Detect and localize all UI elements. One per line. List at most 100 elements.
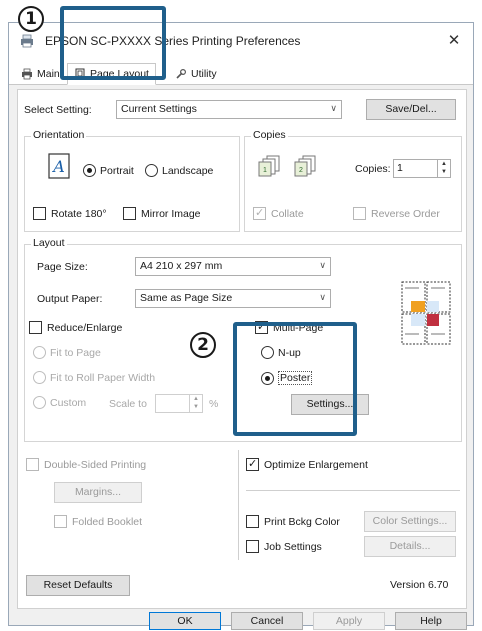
scale-spinner[interactable]: ▲ ▼ [155, 394, 203, 413]
checkbox-box [253, 206, 266, 220]
radio-dot [33, 346, 46, 359]
page-size-label: Page Size: [37, 261, 88, 273]
job-settings-label: Job Settings [264, 540, 322, 553]
details-button[interactable]: Details... [364, 536, 456, 557]
tab-utility[interactable]: Utility [169, 63, 223, 85]
landscape-label: Landscape [162, 164, 214, 177]
callout-2-highlight [233, 322, 357, 436]
wrench-icon [176, 68, 187, 79]
printer-icon [22, 68, 32, 80]
radio-dot [145, 164, 158, 177]
svg-text:A: A [51, 157, 65, 176]
spinner-arrows-icon[interactable]: ▲ ▼ [189, 395, 202, 412]
callout-1-highlight [60, 6, 166, 80]
checkbox-box [54, 515, 67, 528]
close-icon[interactable]: ✕ [445, 31, 463, 49]
checkbox-box [246, 540, 259, 553]
copies-title: Copies [251, 129, 288, 141]
checkbox-box [33, 207, 46, 220]
portrait-orientation-icon: A [48, 153, 70, 179]
tab-label: Main [37, 68, 60, 80]
page-size-value: A4 210 x 297 mm [140, 260, 223, 272]
collate-stack-icon: 2 [294, 155, 316, 177]
copies-value: 1 [397, 162, 403, 174]
separator [246, 490, 460, 491]
fit-to-roll-radio[interactable]: Fit to Roll Paper Width [33, 371, 155, 384]
rotate-180-label: Rotate 180° [51, 207, 107, 220]
select-setting-dropdown[interactable]: Current Settings ∨ [116, 100, 342, 119]
checkbox-box [246, 515, 259, 528]
folded-booklet-checkbox[interactable]: Folded Booklet [54, 515, 142, 528]
copies-label: Copies: [355, 163, 391, 175]
collate-stack-icon: 1 [258, 155, 280, 177]
layout-title: Layout [31, 237, 67, 249]
radio-dot [83, 164, 96, 177]
fit-to-roll-label: Fit to Roll Paper Width [50, 371, 156, 384]
mirror-image-label: Mirror Image [141, 207, 201, 220]
folded-booklet-label: Folded Booklet [72, 515, 143, 528]
reduce-enlarge-label: Reduce/Enlarge [47, 321, 123, 334]
callout-2-badge: 2 [190, 332, 216, 358]
checkbox-box [123, 207, 136, 220]
apply-button[interactable]: Apply [313, 612, 385, 630]
chevron-down-icon: ∨ [319, 260, 326, 270]
reduce-enlarge-checkbox[interactable]: Reduce/Enlarge [29, 321, 122, 334]
checkbox-box [26, 458, 39, 471]
job-settings-checkbox[interactable]: Job Settings [246, 540, 322, 553]
spinner-arrows-icon[interactable]: ▲ ▼ [437, 160, 450, 177]
version-label: Version 6.70 [390, 579, 449, 591]
collate-label: Collate [271, 207, 304, 220]
svg-text:1: 1 [263, 167, 267, 174]
custom-scale-radio[interactable]: Custom [33, 396, 86, 409]
optimize-enlargement-label: Optimize Enlargement [264, 458, 368, 471]
tab-label: Utility [191, 68, 217, 80]
select-setting-label: Select Setting: [24, 104, 92, 116]
double-sided-label: Double-Sided Printing [44, 458, 147, 471]
fit-to-page-radio[interactable]: Fit to Page [33, 346, 101, 359]
printer-icon [21, 34, 33, 48]
copies-spinner[interactable]: 1 ▲ ▼ [393, 159, 451, 178]
print-bckg-color-label: Print Bckg Color [264, 515, 340, 528]
chevron-down-icon: ∨ [330, 103, 337, 113]
color-settings-button[interactable]: Color Settings... [364, 511, 456, 532]
select-setting-value: Current Settings [121, 103, 197, 115]
margins-button[interactable]: Margins... [54, 482, 142, 503]
tab-main[interactable]: Main [15, 63, 66, 85]
cancel-button[interactable]: Cancel [231, 612, 303, 630]
page-size-dropdown[interactable]: A4 210 x 297 mm ∨ [135, 257, 331, 276]
poster-preview-icon [401, 281, 451, 345]
reverse-order-label: Reverse Order [371, 207, 440, 220]
collate-checkbox[interactable]: Collate [253, 206, 304, 220]
mirror-image-checkbox[interactable]: Mirror Image [123, 207, 201, 220]
callout-1-badge: 1 [18, 6, 44, 32]
orientation-title: Orientation [31, 129, 87, 141]
print-bckg-color-checkbox[interactable]: Print Bckg Color [246, 515, 340, 528]
reset-defaults-button[interactable]: Reset Defaults [26, 575, 130, 596]
rotate-180-checkbox[interactable]: Rotate 180° [33, 207, 107, 220]
output-paper-label: Output Paper: [37, 293, 103, 305]
portrait-radio[interactable]: Portrait [83, 164, 134, 177]
output-paper-value: Same as Page Size [140, 292, 233, 304]
help-button[interactable]: Help [395, 612, 467, 630]
checkbox-box [353, 207, 366, 220]
fit-to-page-label: Fit to Page [50, 346, 101, 359]
percent-label: % [209, 398, 219, 410]
checkbox-box [29, 321, 42, 334]
double-sided-printing-checkbox[interactable]: Double-Sided Printing [26, 458, 146, 471]
svg-text:2: 2 [299, 167, 303, 174]
scale-to-label: Scale to [109, 398, 147, 410]
copies-group: Copies 1 2 Copies: 1 ▲▼ Collate Reverse … [244, 129, 462, 232]
chevron-down-icon: ∨ [319, 292, 326, 302]
custom-label: Custom [50, 396, 87, 409]
radio-dot [33, 371, 46, 384]
save-del-button[interactable]: Save/Del... [366, 99, 456, 120]
output-paper-dropdown[interactable]: Same as Page Size ∨ [135, 289, 331, 308]
landscape-radio[interactable]: Landscape [145, 164, 213, 177]
reverse-order-checkbox[interactable]: Reverse Order [353, 207, 440, 220]
radio-dot [33, 396, 46, 409]
vertical-divider [238, 450, 239, 560]
optimize-enlargement-checkbox[interactable]: Optimize Enlargement [246, 457, 368, 471]
ok-button[interactable]: OK [149, 612, 221, 630]
orientation-group: Orientation A Portrait Landscape Rotate … [24, 129, 240, 232]
portrait-label: Portrait [100, 164, 134, 177]
